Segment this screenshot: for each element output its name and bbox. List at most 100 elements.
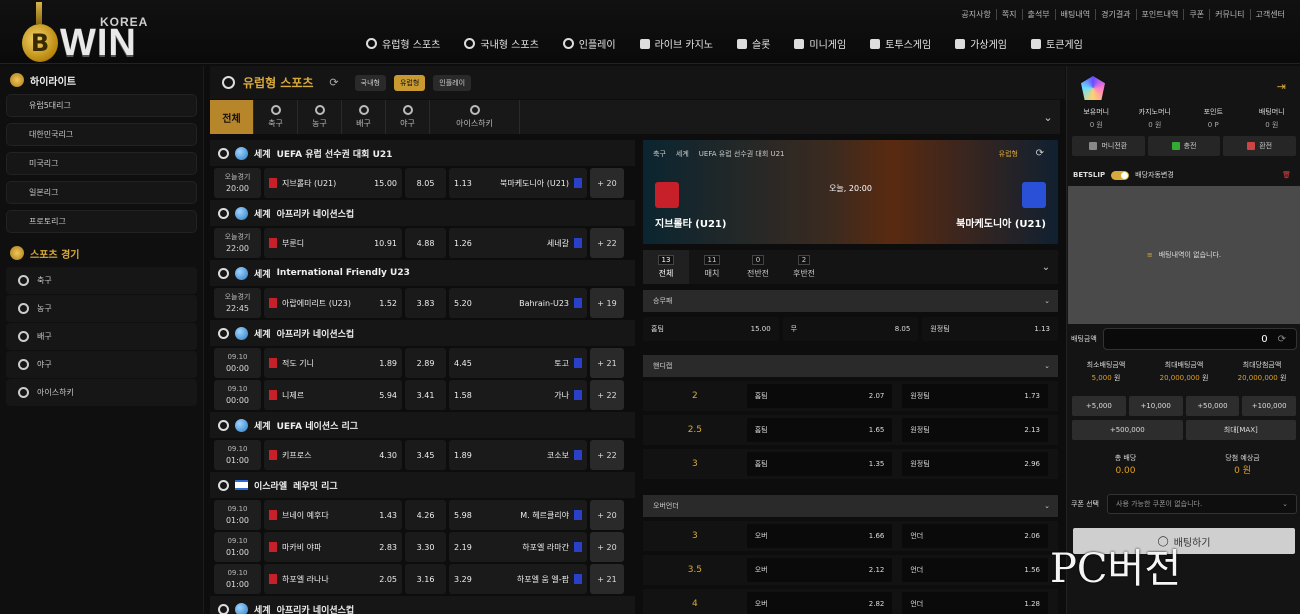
util-link[interactable]: 경기결과 bbox=[1095, 9, 1135, 20]
nav-item[interactable]: 토큰게임 bbox=[1031, 36, 1083, 51]
util-link[interactable]: 쪽지 bbox=[995, 9, 1022, 20]
odds-away[interactable]: 5.98 M. 헤르클리야 bbox=[449, 500, 587, 530]
odds-button[interactable]: 오버 2.12 bbox=[746, 558, 893, 582]
site-logo[interactable]: B KOREA WIN bbox=[18, 2, 178, 62]
odds-button[interactable]: 오버 2.82 bbox=[746, 592, 893, 614]
more-markets-button[interactable]: + 21 bbox=[590, 348, 624, 378]
odds-draw[interactable]: 2.89 bbox=[405, 348, 446, 378]
odds-away[interactable]: 1.13 북마케도니아 (U21) bbox=[449, 168, 587, 198]
odds-away[interactable]: 5.20 Bahrain-U23 bbox=[449, 288, 587, 318]
odds-button[interactable]: 원정팀 1.13 bbox=[922, 317, 1058, 341]
tab-sport[interactable]: 전체 bbox=[210, 100, 254, 134]
util-link[interactable]: 배팅내역 bbox=[1054, 9, 1095, 20]
sidebar-highlight-item[interactable]: 미국리그 bbox=[6, 152, 197, 175]
odds-button[interactable]: 홈팀 2.07 bbox=[746, 384, 893, 408]
odds-away[interactable]: 1.58 가나 bbox=[449, 380, 587, 410]
sidebar-highlight-item[interactable]: 일본리그 bbox=[6, 181, 197, 204]
util-link[interactable]: 커뮤니티 bbox=[1209, 9, 1249, 20]
util-link[interactable]: 포인트내역 bbox=[1135, 9, 1184, 20]
odds-home[interactable]: 적도 기니 1.89 bbox=[264, 348, 402, 378]
nav-item[interactable]: 유럽형 스포츠 bbox=[366, 36, 440, 51]
odds-home[interactable]: 키프로스 4.30 bbox=[264, 440, 402, 470]
market-header-1x2[interactable]: 승무패 ⌄ bbox=[643, 290, 1058, 312]
pill-domestic[interactable]: 국내형 bbox=[354, 74, 386, 91]
wallet-button[interactable]: 충전 bbox=[1147, 136, 1221, 156]
util-link[interactable]: 공지사항 bbox=[956, 9, 995, 20]
detail-tab[interactable]: 0 전반전 bbox=[735, 250, 781, 284]
wallet-button[interactable]: 환전 bbox=[1223, 136, 1297, 156]
sidebar-sport-item[interactable]: 아이스하키 bbox=[6, 379, 197, 407]
odds-button[interactable]: 홈팀 1.35 bbox=[746, 452, 893, 476]
odds-button[interactable]: 원정팀 1.73 bbox=[902, 384, 1048, 408]
more-markets-button[interactable]: + 22 bbox=[590, 440, 624, 470]
nav-item[interactable]: 국내형 스포츠 bbox=[464, 36, 539, 51]
nav-item[interactable]: 라이브 카지노 bbox=[639, 36, 713, 51]
odds-home[interactable]: 하포엘 라나나 2.05 bbox=[264, 564, 402, 594]
tab-sport[interactable]: 아이스하키 bbox=[430, 100, 520, 134]
logout-icon[interactable]: ⇥ bbox=[1277, 80, 1286, 93]
market-header-overunder[interactable]: 오버언더 ⌄ bbox=[643, 495, 1058, 517]
more-markets-button[interactable]: + 22 bbox=[590, 380, 624, 410]
amount-chip[interactable]: +100,000 bbox=[1242, 396, 1296, 416]
bet-amount-input[interactable]: 0 ⟳ bbox=[1102, 328, 1297, 350]
sidebar-sport-item[interactable]: 배구 bbox=[6, 323, 197, 351]
odds-away[interactable]: 1.89 코소보 bbox=[449, 440, 587, 470]
nav-item[interactable]: 인플레이 bbox=[562, 36, 616, 51]
util-link[interactable]: 고객센터 bbox=[1249, 9, 1290, 20]
sidebar-sport-item[interactable]: 야구 bbox=[6, 351, 197, 379]
refresh-icon[interactable]: ⟳ bbox=[1036, 148, 1044, 159]
tab-sport[interactable]: 배구 bbox=[342, 100, 386, 134]
more-markets-button[interactable]: + 20 bbox=[590, 500, 624, 530]
odds-draw[interactable]: 4.26 bbox=[405, 500, 446, 530]
pill-european[interactable]: 유럽형 bbox=[393, 74, 426, 91]
more-markets-button[interactable]: + 20 bbox=[590, 168, 624, 198]
tab-sport[interactable]: 야구 bbox=[386, 100, 430, 134]
sidebar-sport-item[interactable]: 농구 bbox=[6, 295, 197, 323]
odds-draw[interactable]: 3.16 bbox=[405, 564, 446, 594]
nav-item[interactable]: 가상게임 bbox=[955, 36, 1007, 51]
odds-draw[interactable]: 8.05 bbox=[405, 168, 446, 198]
sidebar-sport-item[interactable]: 축구 bbox=[6, 267, 197, 295]
odds-button[interactable]: 원정팀 2.13 bbox=[902, 418, 1048, 442]
odds-draw[interactable]: 4.88 bbox=[405, 228, 446, 258]
more-markets-button[interactable]: + 20 bbox=[590, 532, 624, 562]
refresh-icon[interactable]: ⟳ bbox=[329, 76, 338, 89]
amount-chip[interactable]: +50,000 bbox=[1185, 396, 1240, 416]
odds-away[interactable]: 4.45 토고 bbox=[449, 348, 587, 378]
odds-home[interactable]: 아랍에미리트 (U23) 1.52 bbox=[264, 288, 402, 318]
odds-button[interactable]: 언더 1.56 bbox=[902, 558, 1048, 582]
more-markets-button[interactable]: + 21 bbox=[590, 564, 624, 594]
more-markets-button[interactable]: + 19 bbox=[590, 288, 624, 318]
chevron-down-icon[interactable]: ⌄ bbox=[1036, 100, 1060, 134]
reset-icon[interactable]: ⟳ bbox=[1278, 334, 1286, 345]
odds-button[interactable]: 홈팀 1.65 bbox=[746, 418, 893, 442]
odds-home[interactable]: 부룬디 10.91 bbox=[264, 228, 402, 258]
odds-away[interactable]: 1.26 세네갈 bbox=[449, 228, 587, 258]
more-markets-button[interactable]: + 22 bbox=[590, 228, 624, 258]
odds-draw[interactable]: 3.30 bbox=[405, 532, 446, 562]
odds-button[interactable]: 언더 2.06 bbox=[902, 524, 1048, 548]
detail-tab[interactable]: 13 전체 bbox=[643, 250, 689, 284]
odds-draw[interactable]: 3.83 bbox=[405, 288, 446, 318]
tab-sport[interactable]: 농구 bbox=[298, 100, 342, 134]
odds-draw[interactable]: 3.41 bbox=[405, 380, 446, 410]
sidebar-highlight-item[interactable]: 대한민국리그 bbox=[6, 123, 197, 146]
odds-button[interactable]: 오버 1.66 bbox=[746, 524, 893, 548]
sidebar-highlight-item[interactable]: 유럽5대리그 bbox=[6, 94, 197, 117]
odds-away[interactable]: 3.29 하포엘 움 엘-팜 bbox=[449, 564, 587, 594]
nav-item[interactable]: 미니게임 bbox=[794, 36, 846, 51]
odds-home[interactable]: 지브롤타 (U21) 15.00 bbox=[264, 168, 402, 198]
util-link[interactable]: 출석부 bbox=[1021, 9, 1055, 20]
chevron-down-icon[interactable]: ⌄ bbox=[1034, 250, 1058, 284]
util-link[interactable]: 쿠폰 bbox=[1183, 9, 1209, 20]
tab-sport[interactable]: 축구 bbox=[254, 100, 298, 134]
trash-icon[interactable]: 🗑 bbox=[1282, 171, 1291, 179]
odds-button[interactable]: 원정팀 2.96 bbox=[902, 452, 1048, 476]
market-header-handicap[interactable]: 핸디캡 ⌄ bbox=[643, 355, 1058, 377]
pill-inplay[interactable]: 인플레이 bbox=[433, 74, 472, 91]
odds-draw[interactable]: 3.45 bbox=[405, 440, 446, 470]
wallet-button[interactable]: 머니전환 bbox=[1072, 136, 1145, 156]
odds-home[interactable]: 니제르 5.94 bbox=[264, 380, 402, 410]
amount-chip[interactable]: 최대[MAX] bbox=[1185, 420, 1296, 440]
amount-chip[interactable]: +500,000 bbox=[1072, 420, 1183, 440]
